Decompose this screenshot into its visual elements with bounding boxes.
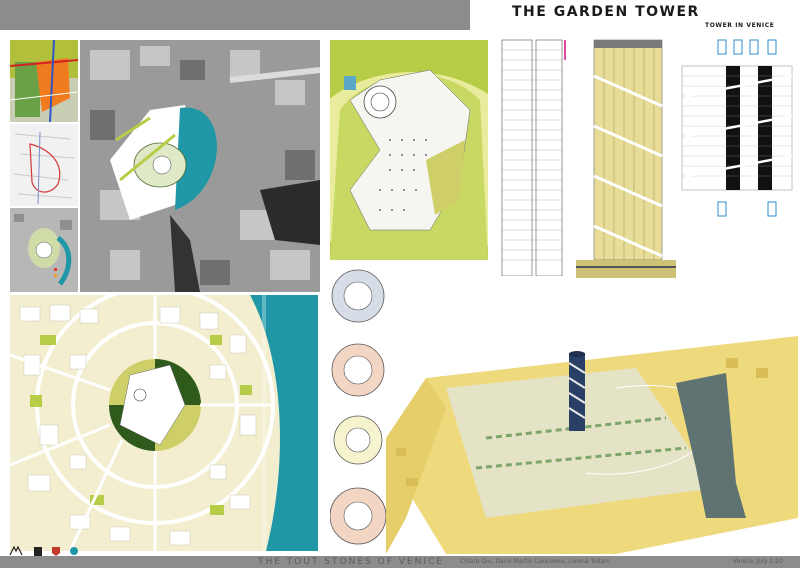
logo-drop-icon [70,547,78,555]
masterplan [10,295,318,551]
context-map-1 [10,40,78,122]
context-map-2 [10,124,78,206]
tower-elevation [576,36,676,280]
footer-authors: Chiara Qiu, Dario Martin Canclemo, Loren… [460,558,611,565]
floor-plan-top [330,40,488,260]
footer-meta: Venice, July 1:20 [733,558,783,565]
logo-shield-icon [52,547,60,556]
model-photo [386,288,798,554]
facade-detail [676,36,798,222]
floor-plans-stack [330,262,386,552]
page-subtitle: TOWER IN VENICE [705,22,775,29]
context-map-3 [10,208,78,292]
aerial-photo [80,40,320,292]
elevation-section [498,36,568,276]
logo-mark-icon [9,545,23,556]
logo-tower-icon [34,547,42,556]
footer-logos [8,545,98,557]
footer-project-title: THE TOUT STONES OF VENICE [258,557,444,567]
page-title: THE GARDEN TOWER [512,4,700,20]
